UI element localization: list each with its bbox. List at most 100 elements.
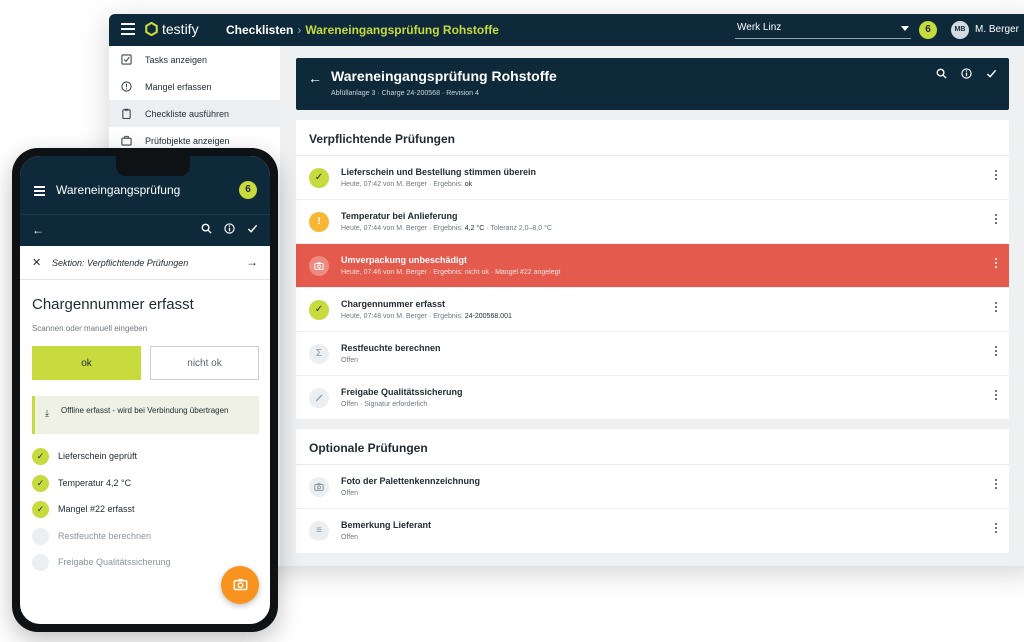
check-row[interactable]: ! Temperatur bei Anlieferung Heute, 07:4… <box>296 200 1009 244</box>
camera-icon <box>309 256 329 276</box>
check-title: Bemerkung Lieferant <box>341 520 432 530</box>
arrow-right-icon[interactable]: → <box>246 255 258 269</box>
check-title: Chargennummer erfasst <box>341 299 446 309</box>
menu-icon[interactable] <box>34 186 45 196</box>
checkbox-icon <box>121 54 132 65</box>
check-title: Umverpackung unbeschädigt <box>341 255 468 265</box>
camera-icon <box>233 578 247 591</box>
stage: testify Checklisten › Wareneingangsprüfung… <box>0 0 1024 642</box>
page-subtitle: Abfüllanlage 3 · Charge 24-200568 · Revi… <box>331 90 479 97</box>
breadcrumb-root[interactable]: Checklisten <box>226 23 293 37</box>
info-icon[interactable] <box>961 68 972 79</box>
logo[interactable]: testify <box>145 21 199 37</box>
page-title: Wareneingangsprüfung Rohstoffe <box>331 68 557 84</box>
user-name[interactable]: M. Berger <box>975 24 1019 35</box>
ok-button[interactable]: ok <box>32 346 141 380</box>
status-warning-icon: ! <box>309 212 329 232</box>
pen-icon <box>309 388 329 408</box>
check-row[interactable]: ≡ Bemerkung Lieferant Offen <box>296 509 1009 553</box>
check-meta: Heute, 07:46 von M. Berger · Ergebnis: n… <box>341 269 561 276</box>
top-bar: testify Checklisten › Wareneingangsprüfung… <box>109 14 1024 46</box>
status-ok-icon: ✓ <box>309 300 329 320</box>
werk-select[interactable]: Werk Linz <box>735 22 911 39</box>
check-title: Foto der Palettenkennzeichnung <box>341 476 481 486</box>
phone-title: Wareneingangsprüfung <box>56 183 181 197</box>
search-icon[interactable] <box>936 68 947 79</box>
phone-toolbar-actions <box>201 223 258 234</box>
check-title: Freigabe Qualitätssicherung <box>341 387 463 397</box>
check-meta: Heute, 07:44 von M. Berger · Ergebnis: 4… <box>341 225 552 232</box>
werk-select-value: Werk Linz <box>737 22 782 33</box>
more-vert-icon[interactable] <box>995 258 999 270</box>
search-icon[interactable] <box>201 223 212 234</box>
text-lines-icon: ≡ <box>309 521 329 541</box>
check-row[interactable]: ✓ Chargennummer erfasst Heute, 07:48 von… <box>296 288 1009 332</box>
clipboard-icon <box>122 108 131 119</box>
more-vert-icon[interactable] <box>995 479 999 491</box>
check-result: 24-200568.001 <box>464 313 512 320</box>
check-row[interactable]: Foto der Palettenkennzeichnung Offen <box>296 465 1009 509</box>
close-icon[interactable]: ✕ <box>32 256 41 269</box>
camera-fab-button[interactable] <box>221 566 259 604</box>
notification-badge[interactable]: 6 <box>919 21 937 39</box>
check-meta: Heute, 07:42 von M. Berger · Ergebnis: o… <box>341 181 472 188</box>
question-title: Chargennummer erfasst <box>32 296 194 313</box>
check-meta: Heute, 07:48 von M. Berger · Ergebnis: 2… <box>341 313 512 320</box>
phone-screen: Wareneingangsprüfung 6 ← ✕ Sektion: Verp… <box>20 156 270 624</box>
check-result: ok <box>464 181 473 188</box>
sidebar-item-label: Prüfobjekte anzeigen <box>145 135 230 146</box>
check-row-error[interactable]: Umverpackung unbeschädigt Heute, 07:46 v… <box>296 244 1009 288</box>
check-row[interactable]: Freigabe Qualitätssicherung Offen · Sign… <box>296 376 1009 420</box>
camera-icon <box>309 477 329 497</box>
sidebar-item-tasks[interactable]: Tasks anzeigen <box>109 46 280 73</box>
offline-notice: ⤓ Offline erfasst - wird bei Verbindung … <box>32 396 259 434</box>
checklist-header: ← Wareneingangsprüfung Rohstoffe Abfülla… <box>296 58 1009 110</box>
phone-frame: Wareneingangsprüfung 6 ← ✕ Sektion: Verp… <box>12 148 278 632</box>
check-meta: Offen <box>341 534 358 541</box>
check-icon[interactable] <box>247 223 258 234</box>
more-vert-icon[interactable] <box>995 214 999 226</box>
sigma-icon: Σ <box>309 344 329 364</box>
breadcrumb-current: Wareneingangsprüfung Rohstoffe <box>305 23 499 37</box>
check-row[interactable]: ✓ Lieferschein und Bestellung stimmen üb… <box>296 156 1009 200</box>
menu-icon[interactable] <box>121 23 135 35</box>
check-meta: Offen · Signatur erforderlich <box>341 401 428 408</box>
list-item-label: Restfeuchte berechnen <box>58 530 152 541</box>
check-meta-text: Heute, 07:44 von M. Berger · Ergebnis: <box>341 225 463 232</box>
notification-badge[interactable]: 6 <box>239 181 257 199</box>
check-meta: Offen <box>341 490 358 497</box>
check-meta-text: Heute, 07:48 von M. Berger · Ergebnis: <box>341 313 463 320</box>
list-item-label: Freigabe Qualitätssicherung <box>58 557 171 567</box>
info-icon[interactable] <box>224 223 235 234</box>
status-ok-icon: ✓ <box>309 168 329 188</box>
more-vert-icon[interactable] <box>995 346 999 358</box>
check-icon[interactable] <box>986 68 997 79</box>
list-item-label: Lieferschein geprüft <box>58 451 138 461</box>
list-item-label: Mangel #22 erfasst <box>58 504 135 514</box>
avatar[interactable]: MB <box>951 21 969 39</box>
more-vert-icon[interactable] <box>995 390 999 402</box>
sidebar-item-mangel[interactable]: Mangel erfassen <box>109 73 280 100</box>
check-tolerance: · Toleranz 2,0–8,0 °C <box>486 225 552 232</box>
logo-text: testify <box>162 21 199 37</box>
offline-notice-text: Offline erfasst - wird bei Verbindung üb… <box>61 406 229 415</box>
more-vert-icon[interactable] <box>995 302 999 314</box>
section-title: Optionale Prüfungen <box>296 429 1009 465</box>
sidebar-item-checkliste[interactable]: Checkliste ausführen <box>109 100 280 127</box>
case-icon <box>121 135 132 146</box>
section-nav: ✕ Sektion: Verpflichtende Prüfungen → <box>20 246 270 280</box>
section-card-optional: Optionale Prüfungen Foto der Palettenken… <box>296 429 1009 553</box>
more-vert-icon[interactable] <box>995 170 999 182</box>
empty-circle-icon <box>32 527 49 545</box>
phone-toolbar: ← <box>20 214 270 246</box>
breadcrumb-separator: › <box>297 23 302 37</box>
header-actions <box>936 68 997 79</box>
check-result: 4,2 °C <box>464 225 485 232</box>
alert-circle-icon <box>121 81 132 92</box>
back-arrow-icon[interactable]: ← <box>308 70 322 86</box>
more-vert-icon[interactable] <box>995 523 999 535</box>
back-arrow-icon[interactable]: ← <box>32 223 44 237</box>
check-row[interactable]: Σ Restfeuchte berechnen Offen <box>296 332 1009 376</box>
not-ok-button[interactable]: nicht ok <box>150 346 259 380</box>
check-title: Restfeuchte berechnen <box>341 343 441 353</box>
